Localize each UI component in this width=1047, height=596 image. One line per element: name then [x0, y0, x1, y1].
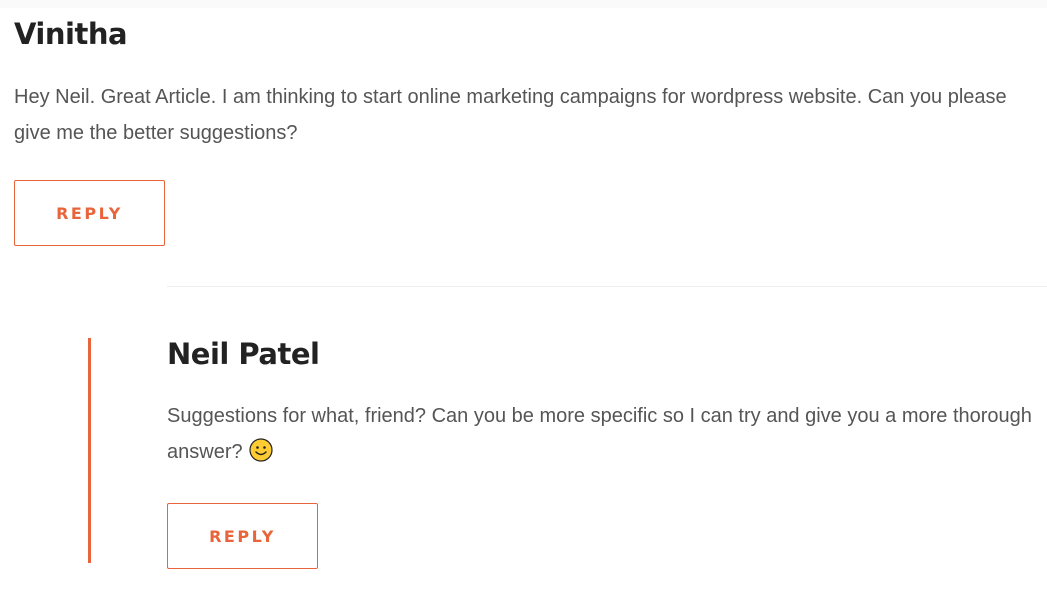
comment-author: Vinitha [14, 17, 128, 51]
comment-text: Hey Neil. Great Article. I am thinking t… [14, 86, 1007, 144]
comment-vinitha: Vinitha Hey Neil. Great Article. I am th… [14, 14, 1034, 246]
top-strip [0, 0, 1047, 8]
comment-neil-patel: Neil Patel Suggestions for what, friend?… [167, 334, 1037, 569]
comment-author: Neil Patel [167, 337, 320, 371]
reply-thread-indicator [88, 338, 91, 563]
comment-divider [167, 286, 1047, 287]
comment-text: Suggestions for what, friend? Can you be… [167, 405, 1032, 463]
reply-button[interactable]: REPLY [167, 503, 318, 569]
smiley-face-icon [249, 438, 273, 474]
comment-text-container: Suggestions for what, friend? Can you be… [167, 398, 1037, 474]
reply-button[interactable]: REPLY [14, 180, 165, 246]
